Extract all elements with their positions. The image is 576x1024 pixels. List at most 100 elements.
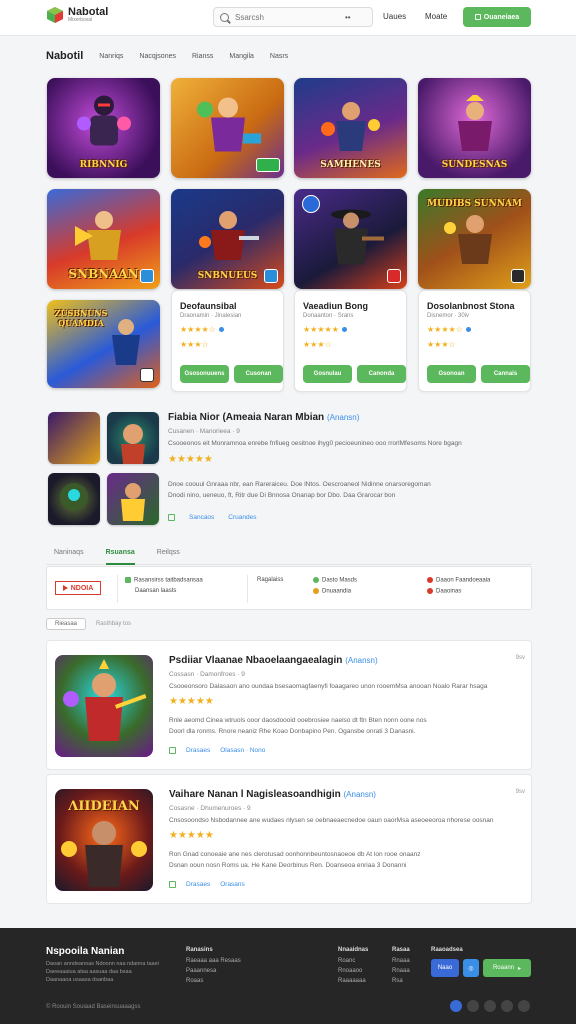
card-primary-button[interactable]: Gosnulau (303, 365, 352, 383)
footer-column-heading: Nnaaidnas (338, 947, 369, 953)
card-secondary-button[interactable]: Cusonan (234, 365, 283, 383)
filter-option[interactable]: Daaoinas (427, 588, 461, 595)
game-tile[interactable]: SUNDESNAS (418, 78, 531, 178)
result-meta: Cossasn · Damonfroes · 9 (169, 671, 245, 678)
sort-pill[interactable]: Rieasaa (46, 618, 87, 630)
filter-option[interactable]: Daansan laasts (135, 588, 176, 594)
social-youtube-icon[interactable] (501, 1000, 513, 1012)
card-secondary-button[interactable]: Canonda (357, 365, 406, 383)
footer-button-1[interactable]: Naao (431, 959, 459, 977)
feature-link-1[interactable]: Sancaos (189, 514, 214, 521)
social-instagram-icon[interactable] (484, 1000, 496, 1012)
result-card[interactable]: Psdiiar Vlaanae Nbaoelaangaealagin (Anan… (46, 640, 532, 770)
game-tile[interactable]: SAMHENES (294, 78, 407, 178)
result-thumbnail[interactable]: ΛIIDEIAN (55, 789, 153, 891)
feature-thumbnail[interactable] (107, 473, 159, 525)
logo-icon (46, 6, 64, 24)
sort-label[interactable]: Rasthbay tos (96, 621, 131, 627)
search-box[interactable]: •• (213, 7, 373, 27)
top-header: Nabotal Mixerboxal •• Uaues Moate Ouanei… (0, 0, 576, 36)
footer-link[interactable]: Rsa (392, 978, 410, 984)
feature-title[interactable]: Fiabia Nior (Ameaia Naran Mbian (Anansn) (168, 412, 359, 423)
card-secondary-button[interactable]: Cannais (481, 365, 530, 383)
tile-caption: ZUSBNUNS QUAMDIA (54, 308, 108, 328)
footer-link[interactable]: Rnoaaoo (338, 968, 368, 974)
filter-option[interactable]: Dnuaandia (313, 588, 351, 595)
result-card[interactable]: ΛIIDEIAN Vaihare Nanan l Nagisleasoandhi… (46, 774, 532, 904)
feature-thumbnail[interactable] (48, 412, 100, 464)
category-item[interactable]: Mangila (229, 53, 254, 60)
site-logo[interactable]: Nabotal Mixerboxal (46, 6, 108, 24)
result-link-1[interactable]: Drasaes (186, 747, 210, 754)
filter-icon[interactable]: •• (345, 13, 351, 22)
feature-link-2[interactable]: Cruandes (228, 514, 256, 521)
card-subtitle: Donaanton · Srans (303, 313, 354, 319)
feature-stars: ★★★★★ (168, 454, 213, 465)
result-link-1[interactable]: Drasaes (186, 881, 210, 888)
result-title[interactable]: Psdiiar Vlaanae Nbaoelaangaealagin (Anan… (169, 655, 378, 666)
game-tile[interactable] (294, 189, 407, 289)
result-thumbnail[interactable] (55, 655, 153, 757)
footer-link[interactable]: Roanc (338, 958, 368, 964)
footer-column-heading: Raaoadsea (431, 947, 463, 953)
footer-button-2[interactable]: Roaann ▸ (483, 959, 531, 977)
card-primary-button[interactable]: Gsosonuuens (180, 365, 229, 383)
tab-2[interactable]: Rsuansa (105, 545, 135, 565)
checkbox-icon[interactable] (169, 881, 176, 888)
category-current[interactable]: Nabotil (46, 50, 83, 62)
search-input[interactable] (235, 12, 345, 22)
checkbox-icon[interactable] (168, 514, 175, 521)
result-link-2[interactable]: Orasans (220, 881, 245, 888)
footer-link[interactable]: Raaaaaaa (338, 978, 368, 984)
card-rating-secondary: ★★★☆ (427, 340, 456, 349)
filter-option[interactable]: Rasansirss taitbadsansaa (125, 577, 203, 584)
header-cta-button[interactable]: Ouaneiaea (463, 7, 531, 27)
category-item[interactable]: Nanriqs (99, 53, 123, 60)
cta-icon (474, 14, 481, 20)
filter-option-label: Dasto Masds (322, 577, 358, 584)
feature-thumbnail[interactable] (107, 412, 159, 464)
game-tile[interactable]: ZUSBNUNS QUAMDIA (47, 300, 160, 388)
game-info-card[interactable]: Deofaunsibal Draonamin · Jinalesian ★★★★… (171, 290, 284, 392)
game-tile[interactable]: SNBNUEUS (171, 189, 284, 289)
footer-link[interactable]: Rnaaa (392, 958, 410, 964)
footer-link[interactable]: Paaannesa (186, 968, 241, 974)
footer-link[interactable]: Raeaaa aaa Resaas (186, 958, 241, 964)
result-description: Cnsosoondso Nsbodannee ane wudaes nlysen… (169, 817, 494, 824)
game-tile[interactable]: MUDIBS SUNNAM (418, 189, 531, 289)
filter-option[interactable]: Ragalaiss (257, 577, 283, 583)
footer-column: Rasaa Rnaaa Rnaaa Rsa (392, 947, 410, 988)
category-item[interactable]: Nacqjsones (139, 53, 176, 60)
footer-link[interactable]: Rnaaa (392, 968, 410, 974)
feature-thumbnail[interactable] (48, 473, 100, 525)
category-item[interactable]: Rianss (192, 53, 213, 60)
filter-brand-badge[interactable]: NDOIA (55, 581, 101, 595)
footer-title: Nspooila Nanian (46, 946, 125, 957)
card-rating: ★★★★☆ (427, 325, 471, 334)
category-item[interactable]: Nasrs (270, 53, 288, 60)
tab-3[interactable]: Reilqss (157, 545, 180, 565)
game-emblem-icon (302, 195, 320, 213)
game-tile[interactable]: SNBNAAN (47, 189, 160, 289)
game-tile[interactable]: RIBNNIG (47, 78, 160, 178)
filter-option[interactable]: Daaon Faandoeaaia (427, 577, 490, 584)
footer-link[interactable]: Roaas (186, 978, 241, 984)
filter-option-label: Daansan laasts (135, 588, 177, 594)
game-tile[interactable] (171, 78, 284, 178)
social-facebook-icon[interactable] (450, 1000, 462, 1012)
card-primary-button[interactable]: Gsonoan (427, 365, 476, 383)
game-badge-icon (511, 269, 525, 283)
tab-1[interactable]: Naninaqs (54, 545, 84, 565)
footer-app-icon[interactable]: ◎ (463, 959, 479, 977)
filter-option[interactable]: Dasto Masds (313, 577, 357, 584)
result-link-2[interactable]: Olasasn · Nono (220, 747, 265, 754)
result-title[interactable]: Vaihare Nanan l Nagisleasoandhigin (Anan… (169, 789, 376, 800)
game-info-card[interactable]: Vaeadiun Bong Donaanton · Srans ★★★★★ ★★… (294, 290, 407, 392)
game-info-card[interactable]: Dosolanbnost Stona Disnemor · 30iv ★★★★☆… (418, 290, 531, 392)
checkbox-icon[interactable] (169, 747, 176, 754)
nav-link-1[interactable]: Uaues (383, 12, 406, 21)
social-twitter-icon[interactable] (467, 1000, 479, 1012)
nav-link-2[interactable]: Moate (425, 12, 447, 21)
hero-art-icon (63, 659, 147, 741)
social-discord-icon[interactable] (518, 1000, 530, 1012)
